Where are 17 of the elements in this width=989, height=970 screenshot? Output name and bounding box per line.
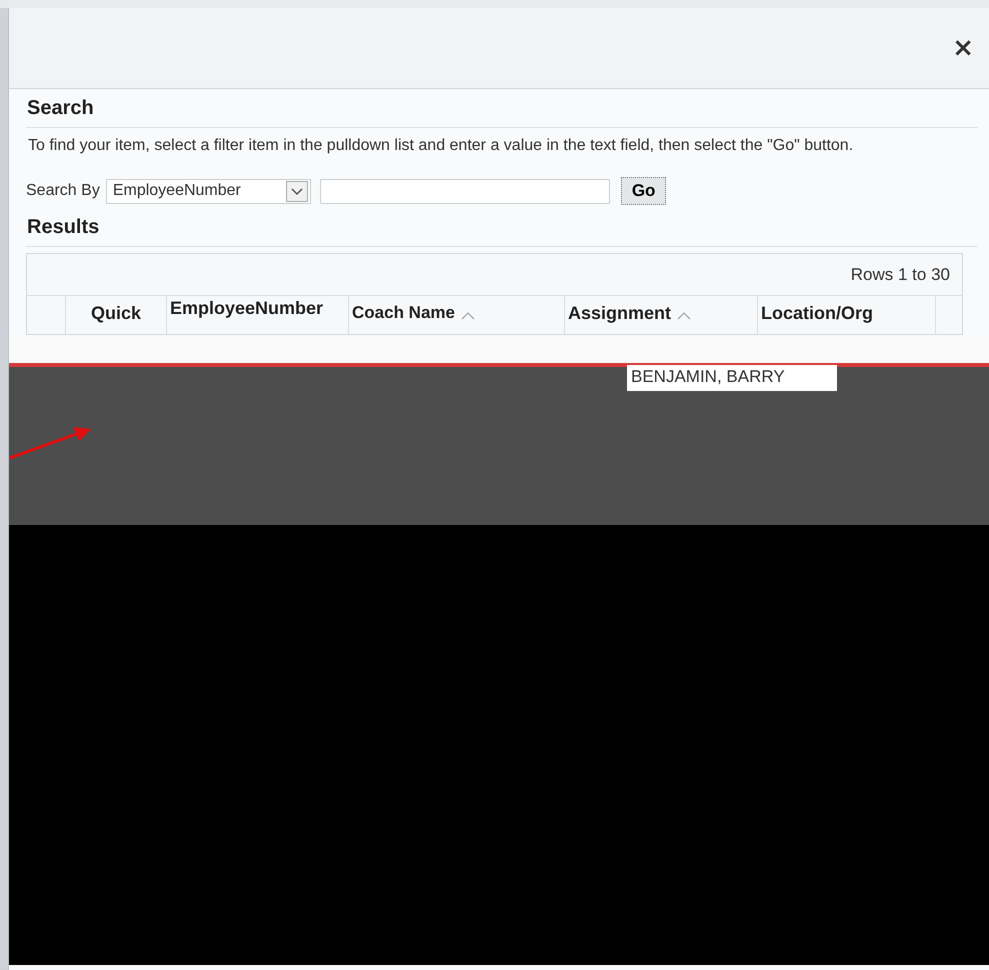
close-button[interactable]: × — [950, 36, 976, 60]
column-header: Location/Org — [761, 303, 873, 324]
column-header: EmployeeNumber — [170, 298, 324, 319]
search-field[interactable] — [320, 178, 610, 204]
sort-icon[interactable] — [460, 311, 475, 320]
search-by-label: Search By — [26, 182, 100, 200]
rows-range-text: Rows 1 to 30 — [850, 265, 950, 285]
go-button[interactable]: Go — [620, 177, 666, 205]
table-cell: BENJAMIN, BARRY — [627, 365, 837, 391]
column-header[interactable]: Assignment — [568, 303, 672, 324]
column-header: Quick — [90, 303, 142, 324]
instructions-text: To find your item, select a filter item in the pulldown list and enter a value in the text field, then select the "Go" button. — [28, 136, 854, 156]
column-header[interactable]: Coach Name — [352, 303, 455, 323]
section-title: Search — [26, 92, 978, 128]
filter-dropdown[interactable]: EmployeeNumber — [106, 178, 311, 204]
sort-icon[interactable] — [677, 311, 692, 320]
section-title: Results — [26, 211, 978, 247]
